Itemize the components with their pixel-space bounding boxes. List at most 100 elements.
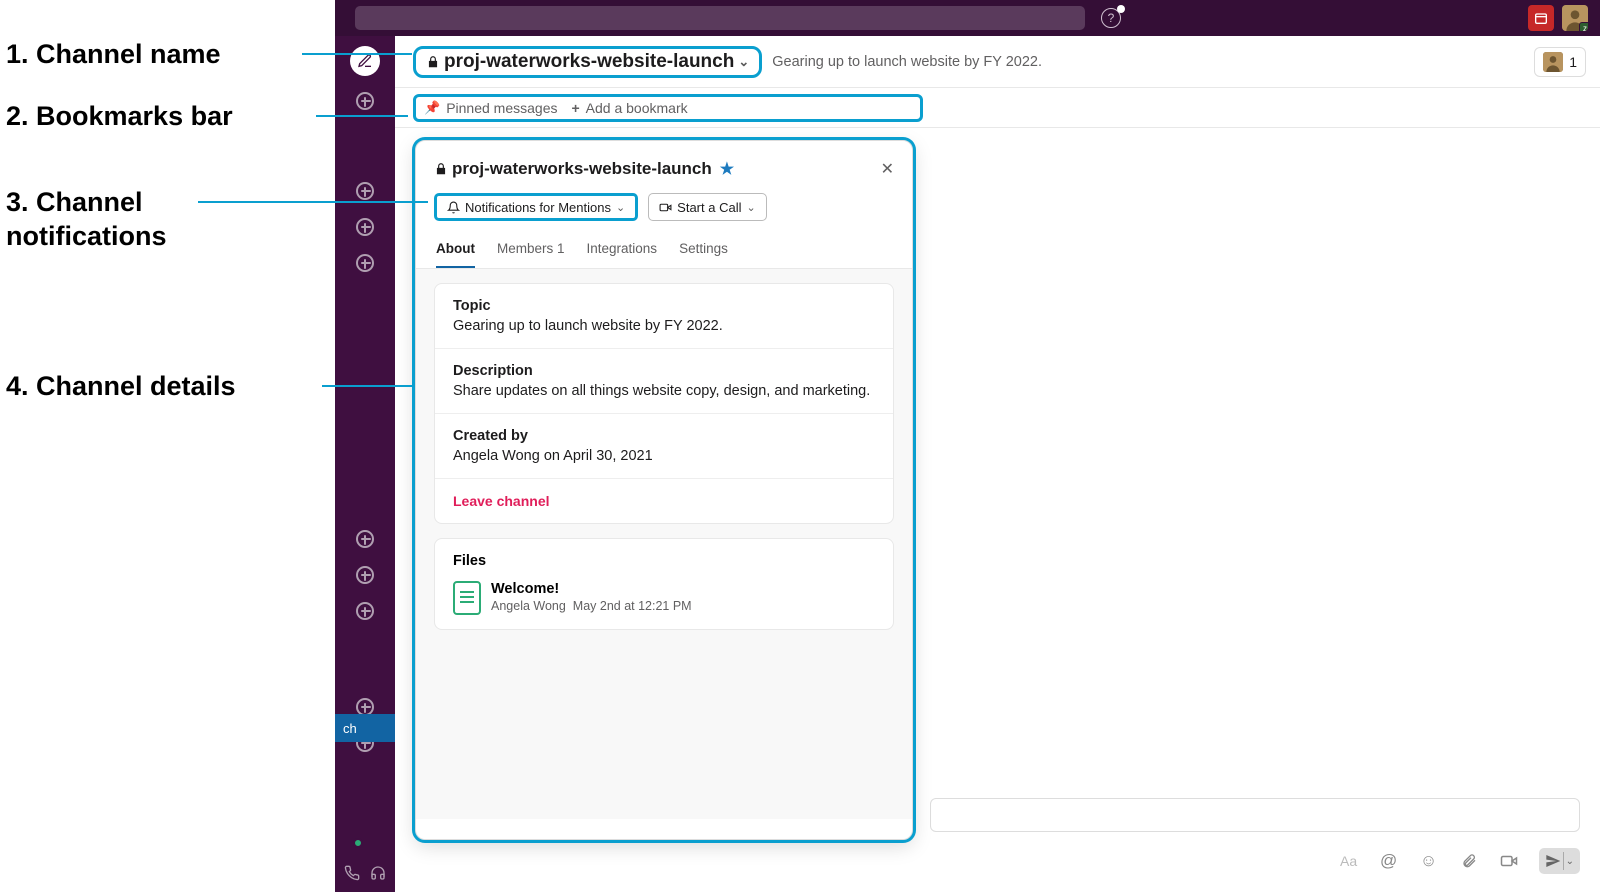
file-time: May 2nd at 12:21 PM [573,599,692,613]
details-body: Topic Gearing up to launch website by FY… [416,269,912,819]
pinned-label: Pinned messages [446,100,557,116]
file-item[interactable]: Welcome! Angela Wong May 2nd at 12:21 PM [453,581,875,615]
sidebar-bottom [335,864,395,882]
topic-row[interactable]: Topic Gearing up to launch website by FY… [435,284,893,349]
phone-icon[interactable] [343,864,361,882]
composer-toolbar: Aa @ ☺ ⌄ [1339,848,1580,874]
details-title: proj-waterworks-website-launch ★ [434,159,734,179]
details-title-text: proj-waterworks-website-launch [452,159,712,179]
bell-icon [447,201,460,214]
top-bar: ? z [335,0,1600,36]
created-row: Created by Angela Wong on April 30, 2021 [435,414,893,479]
topic-label: Topic [453,298,875,314]
annotation-3b: notifications [6,220,167,254]
format-icon[interactable]: Aa [1339,851,1359,871]
headphones-icon[interactable] [369,864,387,882]
plus-icon: + [571,100,579,116]
channel-name-text: proj-waterworks-website-launch [444,51,734,73]
chevron-down-icon: ⌄ [1566,856,1574,867]
sidebar-icon-7[interactable] [354,600,376,622]
annotation-line-1 [302,53,412,55]
pinned-messages-button[interactable]: 📌 Pinned messages [424,100,557,116]
message-composer[interactable] [930,798,1580,832]
channel-name-button[interactable]: proj-waterworks-website-launch ⌄ [413,46,762,78]
file-icon [453,581,481,615]
search-input[interactable] [355,6,1085,30]
video-icon[interactable] [1499,851,1519,871]
annotation-2: 2. Bookmarks bar [6,100,233,134]
add-bookmark-label: Add a bookmark [586,100,688,116]
sidebar-icon-2[interactable] [354,180,376,202]
start-call-button[interactable]: Start a Call ⌄ [648,193,767,221]
files-label: Files [453,553,875,569]
annotation-line-2 [316,115,408,117]
help-button[interactable]: ? [1099,6,1123,30]
tab-about[interactable]: About [436,233,475,268]
sidebar-icon-5[interactable] [354,528,376,550]
channel-topic: Gearing up to launch website by FY 2022. [772,54,1042,70]
annotation-3a: 3. Channel [6,186,143,220]
user-avatar[interactable]: z [1562,5,1588,31]
sidebar-icon-4[interactable] [354,252,376,274]
annotation-4: 4. Channel details [6,370,236,404]
bookmarks-bar: 📌 Pinned messages + Add a bookmark [395,88,1600,128]
call-label: Start a Call [677,200,741,215]
left-sidebar: ch [335,36,395,892]
tab-integrations[interactable]: Integrations [587,233,658,268]
star-icon[interactable]: ★ [720,159,734,179]
details-tabs: About Members 1 Integrations Settings [416,233,912,269]
chevron-down-icon: ⌄ [616,201,625,214]
description-value: Share updates on all things website copy… [453,383,875,399]
annotation-1: 1. Channel name [6,38,221,72]
notifications-button[interactable]: Notifications for Mentions ⌄ [434,193,638,221]
chevron-down-icon: ⌄ [746,201,755,214]
details-header: proj-waterworks-website-launch ★ ✕ [416,141,912,185]
chevron-down-icon: ⌄ [738,54,749,70]
emoji-icon[interactable]: ☺ [1419,851,1439,871]
send-button[interactable]: ⌄ [1539,848,1580,874]
sidebar-selected-channel[interactable]: ch [335,714,395,742]
notifications-label: Notifications for Mentions [465,200,611,215]
sidebar-icon-3[interactable] [354,216,376,238]
compose-button[interactable] [350,46,380,76]
file-meta: Angela Wong May 2nd at 12:21 PM [491,599,692,613]
bookmarks-highlight: 📌 Pinned messages + Add a bookmark [413,94,923,122]
description-row[interactable]: Description Share updates on all things … [435,349,893,414]
file-name: Welcome! [491,581,692,597]
add-bookmark-button[interactable]: + Add a bookmark [571,100,687,116]
created-label: Created by [453,428,875,444]
mini-avatar [1543,52,1563,72]
channel-details-panel: proj-waterworks-website-launch ★ ✕ Notif… [415,140,913,840]
leave-channel-button[interactable]: Leave channel [435,479,893,523]
lock-icon [434,162,448,176]
tab-settings[interactable]: Settings [679,233,728,268]
lock-icon [426,55,440,69]
description-label: Description [453,363,875,379]
notification-dot [1117,5,1125,13]
created-value: Angela Wong on April 30, 2021 [453,448,875,464]
calendar-icon[interactable] [1528,5,1554,31]
annotation-line-4 [322,385,414,387]
topic-value: Gearing up to launch website by FY 2022. [453,318,875,334]
member-count-text: 1 [1569,54,1577,70]
sidebar-icon-1[interactable] [354,90,376,112]
annotation-line-3 [198,201,428,203]
files-card: Files Welcome! Angela Wong May 2nd at 12… [434,538,894,630]
about-card: Topic Gearing up to launch website by FY… [434,283,894,524]
status-badge: z [1579,22,1588,31]
presence-dot [353,838,363,848]
channel-header: proj-waterworks-website-launch ⌄ Gearing… [395,36,1600,88]
file-author: Angela Wong [491,599,566,613]
main-area: proj-waterworks-website-launch ⌄ Gearing… [395,36,1600,892]
tab-members[interactable]: Members 1 [497,233,565,268]
mention-icon[interactable]: @ [1379,851,1399,871]
video-icon [659,201,672,214]
details-actions: Notifications for Mentions ⌄ Start a Cal… [416,185,912,233]
close-button[interactable]: ✕ [881,159,894,179]
pin-icon: 📌 [424,100,440,116]
member-count-button[interactable]: 1 [1534,47,1586,77]
attach-icon[interactable] [1459,851,1479,871]
sidebar-selected-label: ch [343,721,357,736]
sidebar-icon-6[interactable] [354,564,376,586]
annotation-panel: 1. Channel name 2. Bookmarks bar 3. Chan… [0,0,335,892]
